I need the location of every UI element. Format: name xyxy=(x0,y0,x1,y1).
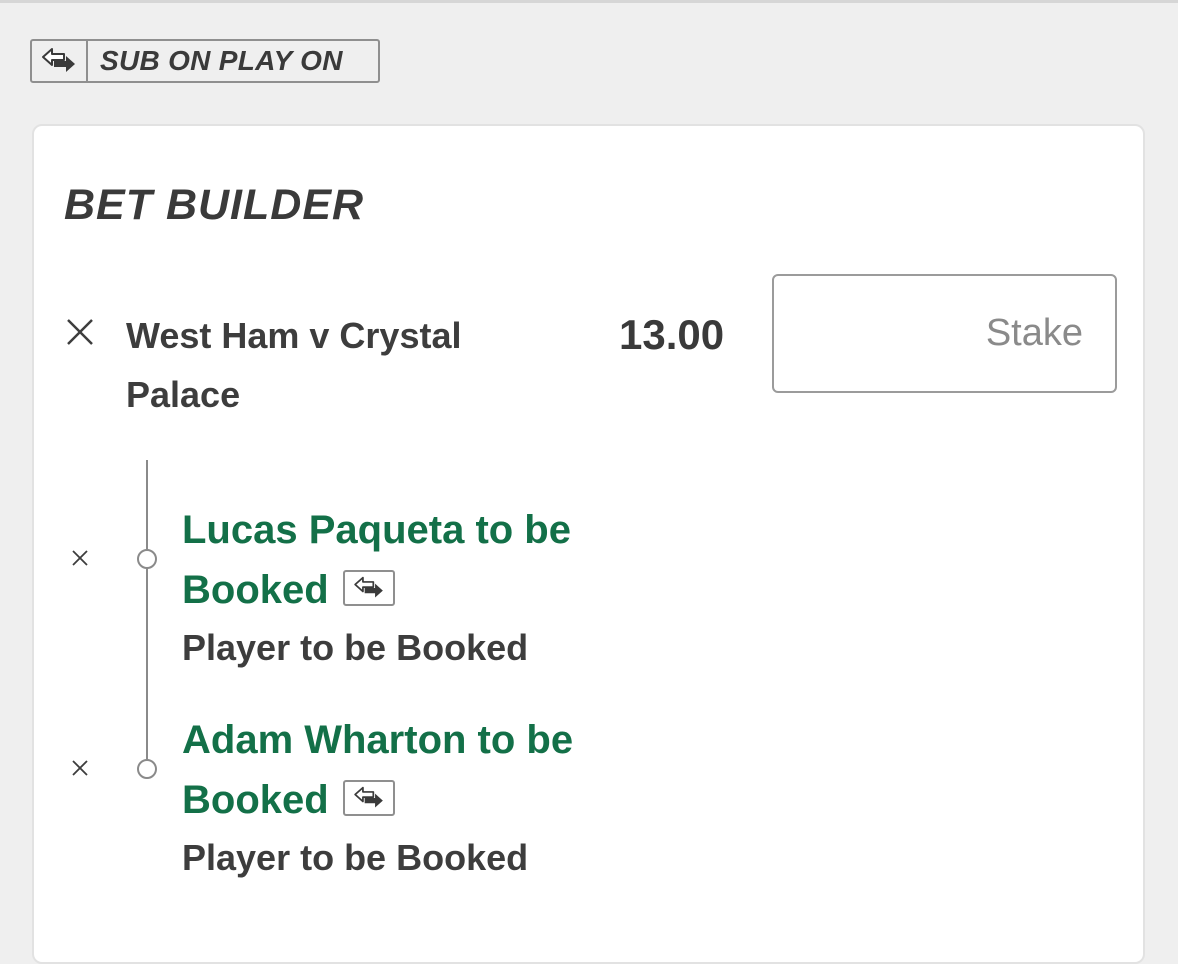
swap-arrows-icon xyxy=(32,41,88,81)
badge-label: SUB ON PLAY ON xyxy=(100,45,343,76)
remove-selection-button[interactable] xyxy=(68,756,92,780)
timeline-dot xyxy=(137,549,157,569)
card-title: BET BUILDER xyxy=(64,181,365,229)
close-icon xyxy=(72,550,88,566)
bet-builder-card: BET BUILDER West Ham v Crystal Palace 13… xyxy=(32,124,1145,964)
selection-name: Lucas Paqueta to be Booked xyxy=(182,500,682,620)
selection-market: Player to be Booked xyxy=(182,627,529,668)
remove-bet-button[interactable] xyxy=(64,316,96,348)
swap-arrows-icon xyxy=(342,570,395,607)
close-icon xyxy=(67,319,93,345)
top-divider xyxy=(0,0,1178,3)
timeline-dot xyxy=(137,759,157,779)
selection-name: Adam Wharton to be Booked xyxy=(182,710,682,830)
match-name: West Ham v Crystal Palace xyxy=(126,315,462,415)
selection-timeline xyxy=(146,460,148,772)
close-icon xyxy=(72,760,88,776)
stake-input[interactable] xyxy=(772,274,1117,393)
sub-on-play-on-badge[interactable]: SUB ON PLAY ON xyxy=(30,39,380,83)
selection-market: Player to be Booked xyxy=(182,837,529,878)
odds-value: 13.00 xyxy=(619,311,725,358)
swap-arrows-icon xyxy=(342,780,395,817)
remove-selection-button[interactable] xyxy=(68,546,92,570)
